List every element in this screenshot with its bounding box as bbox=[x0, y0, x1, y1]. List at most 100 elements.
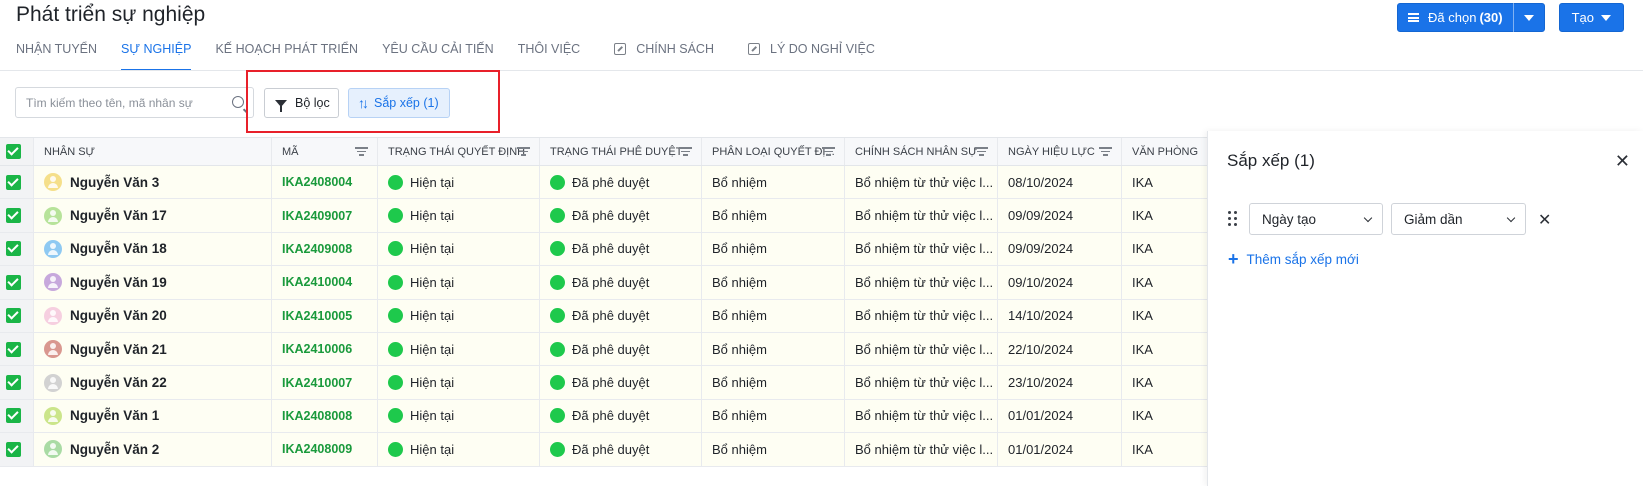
employee-cell[interactable]: Nguyễn Văn 21 bbox=[34, 332, 272, 366]
employee-cell[interactable]: Nguyễn Văn 3 bbox=[34, 166, 272, 199]
column-filter-icon[interactable] bbox=[355, 147, 368, 156]
employee-code: IKA2408008 bbox=[282, 408, 353, 423]
create-label: Tạo bbox=[1571, 10, 1594, 25]
employee-cell[interactable]: Nguyễn Văn 17 bbox=[34, 199, 272, 232]
search-icon[interactable] bbox=[232, 96, 244, 108]
table-row[interactable]: Nguyễn Văn 3 IKA2408004 Hiện tại Đã phê duy… bbox=[0, 166, 1207, 200]
chevron-down-icon[interactable] bbox=[1523, 14, 1534, 21]
avatar bbox=[44, 306, 62, 325]
column-header[interactable]: NHÂN SỰ bbox=[34, 138, 272, 165]
tab-policy[interactable]: CHÍNH SÁCH bbox=[614, 38, 714, 71]
code-cell: IKA2409007 bbox=[272, 199, 378, 232]
remove-sort-rule-icon[interactable]: ✕ bbox=[1538, 210, 1551, 230]
filter-button[interactable]: Bộ lọc bbox=[264, 88, 339, 118]
row-checkbox[interactable] bbox=[0, 199, 34, 232]
search-input[interactable]: Tìm kiếm theo tên, mã nhân sự bbox=[15, 87, 254, 118]
filter-label: Bộ lọc bbox=[295, 96, 330, 110]
column-filter-icon[interactable] bbox=[975, 147, 988, 156]
column-label: MÃ bbox=[282, 145, 299, 158]
decision-type: Bổ nhiệm bbox=[712, 208, 767, 224]
sort-field-select[interactable]: Ngày tạo bbox=[1249, 203, 1383, 235]
tab-development-plan[interactable]: KẾ HOẠCH PHÁT TRIỂN bbox=[215, 38, 358, 71]
selected-label: Đã chọn bbox=[1428, 10, 1477, 25]
tab-label: THÔI VIỆC bbox=[517, 42, 581, 56]
row-checkbox[interactable] bbox=[0, 232, 34, 266]
selected-button[interactable]: Đã chọn (30) bbox=[1397, 3, 1545, 32]
effective-date: 09/10/2024 bbox=[1008, 274, 1074, 290]
employee-cell[interactable]: Nguyễn Văn 1 bbox=[34, 399, 272, 433]
close-icon[interactable]: ✕ bbox=[1615, 151, 1630, 172]
tab-resignation[interactable]: THÔI VIỆC bbox=[518, 38, 581, 71]
avatar bbox=[44, 273, 62, 292]
table-row[interactable]: Nguyễn Văn 18 IKA2409008 Hiện tại Đã phê du… bbox=[0, 232, 1207, 267]
code-cell: IKA2408008 bbox=[272, 399, 378, 433]
table-row[interactable]: Nguyễn Văn 22 IKA2410007 Hiện tại Đã phê du… bbox=[0, 366, 1207, 400]
table-row[interactable]: Nguyễn Văn 20 IKA2410005 Hiện tại Đã phê du… bbox=[0, 299, 1207, 333]
avatar bbox=[44, 440, 62, 459]
table-row[interactable]: Nguyễn Văn 1 IKA2408008 Hiện tại Đã phê duy… bbox=[0, 399, 1207, 434]
approval-status-cell: Đã phê duyệt bbox=[540, 266, 702, 299]
sort-field-value: Ngày tạo bbox=[1262, 211, 1317, 227]
column-header[interactable]: TRẠNG THÁI PHÊ DUYỆT bbox=[540, 138, 702, 165]
tab-career[interactable]: SỰ NGHIỆP bbox=[121, 38, 192, 71]
external-link-icon bbox=[614, 43, 627, 55]
approval-status: Đã phê duyệt bbox=[572, 308, 650, 324]
employee-cell[interactable]: Nguyễn Văn 19 bbox=[34, 266, 272, 299]
career-table: NHÂN SỰ MÃ TRẠNG THÁI QUYẾT ĐỊNH TRẠNG T… bbox=[0, 137, 1207, 467]
table-row[interactable]: Nguyễn Văn 17 IKA2409007 Hiện tại Đã phê du… bbox=[0, 199, 1207, 233]
office-cell: IKA bbox=[1122, 333, 1207, 365]
hr-policy: Bổ nhiệm từ thử việc l... bbox=[855, 174, 994, 190]
drag-handle-icon[interactable] bbox=[1228, 211, 1238, 227]
chevron-down-icon bbox=[1363, 213, 1373, 223]
create-button[interactable]: Tạo bbox=[1558, 3, 1624, 32]
sort-panel-title: Sắp xếp (1) bbox=[1227, 151, 1315, 170]
approval-status: Đã phê duyệt bbox=[572, 274, 650, 290]
column-header[interactable]: NGÀY HIỆU LỰC bbox=[998, 138, 1122, 165]
column-filter-icon[interactable] bbox=[822, 147, 835, 156]
checkbox-checked-icon bbox=[6, 144, 21, 159]
table-row[interactable]: Nguyễn Văn 19 IKA2410004 Hiện tại Đã phê du… bbox=[0, 266, 1207, 300]
employee-cell[interactable]: Nguyễn Văn 22 bbox=[34, 366, 272, 399]
column-header[interactable]: PHÂN LOẠI QUYẾT ĐỊ... bbox=[702, 138, 845, 165]
page-title: Phát triển sự nghiệp bbox=[16, 3, 206, 26]
column-filter-icon[interactable] bbox=[679, 147, 692, 156]
row-checkbox[interactable] bbox=[0, 332, 34, 366]
office: IKA bbox=[1132, 375, 1153, 391]
row-checkbox[interactable] bbox=[0, 166, 34, 199]
table-row[interactable]: Nguyễn Văn 2 IKA2408009 Hiện tại Đã phê duy… bbox=[0, 433, 1207, 467]
column-header[interactable]: MÃ bbox=[272, 138, 378, 165]
sort-button[interactable]: ↑↓ Sắp xếp (1) bbox=[348, 88, 450, 118]
status-dot-icon bbox=[388, 441, 403, 457]
add-sort-button[interactable]: + Thêm sắp xếp mới bbox=[1228, 249, 1359, 270]
status-dot-icon bbox=[550, 441, 565, 457]
row-checkbox[interactable] bbox=[0, 399, 34, 433]
employee-cell[interactable]: Nguyễn Văn 20 bbox=[34, 299, 272, 332]
row-checkbox[interactable] bbox=[0, 433, 34, 466]
column-header[interactable]: TRẠNG THÁI QUYẾT ĐỊNH bbox=[378, 138, 540, 165]
table-row[interactable]: Nguyễn Văn 21 IKA2410006 Hiện tại Đã phê du… bbox=[0, 332, 1207, 367]
column-filter-icon[interactable] bbox=[517, 147, 530, 156]
tab-resignation-reason[interactable]: LÝ DO NGHỈ VIỆC bbox=[748, 38, 875, 71]
row-checkbox[interactable] bbox=[0, 266, 34, 299]
employee-cell[interactable]: Nguyễn Văn 2 bbox=[34, 433, 272, 466]
column-header[interactable]: CHÍNH SÁCH NHÂN SỰ bbox=[845, 138, 998, 165]
sort-direction-select[interactable]: Giảm dần bbox=[1391, 203, 1526, 235]
office-cell: IKA bbox=[1122, 433, 1207, 465]
status-dot-icon bbox=[388, 208, 403, 224]
employee-name: Nguyễn Văn 20 bbox=[70, 308, 167, 324]
employee-name: Nguyễn Văn 3 bbox=[70, 174, 160, 190]
plus-icon: + bbox=[1228, 249, 1239, 269]
tab-recruitment[interactable]: NHẬN TUYỂN bbox=[16, 38, 97, 71]
column-filter-icon[interactable] bbox=[1099, 147, 1112, 156]
employee-cell[interactable]: Nguyễn Văn 18 bbox=[34, 232, 272, 266]
row-checkbox[interactable] bbox=[0, 366, 34, 399]
select-all-checkbox[interactable] bbox=[0, 138, 34, 165]
effective-date-cell: 22/10/2024 bbox=[998, 332, 1122, 366]
column-header[interactable]: VĂN PHÒNG bbox=[1122, 138, 1207, 165]
row-checkbox[interactable] bbox=[0, 299, 34, 332]
decision-type-cell: Bổ nhiệm bbox=[702, 199, 845, 232]
tab-improvement-request[interactable]: YÊU CẦU CẢI TIẾN bbox=[382, 38, 494, 71]
approval-status-cell: Đã phê duyệt bbox=[540, 299, 702, 332]
status-dot-icon bbox=[388, 308, 403, 324]
checkbox-checked-icon bbox=[6, 174, 21, 190]
